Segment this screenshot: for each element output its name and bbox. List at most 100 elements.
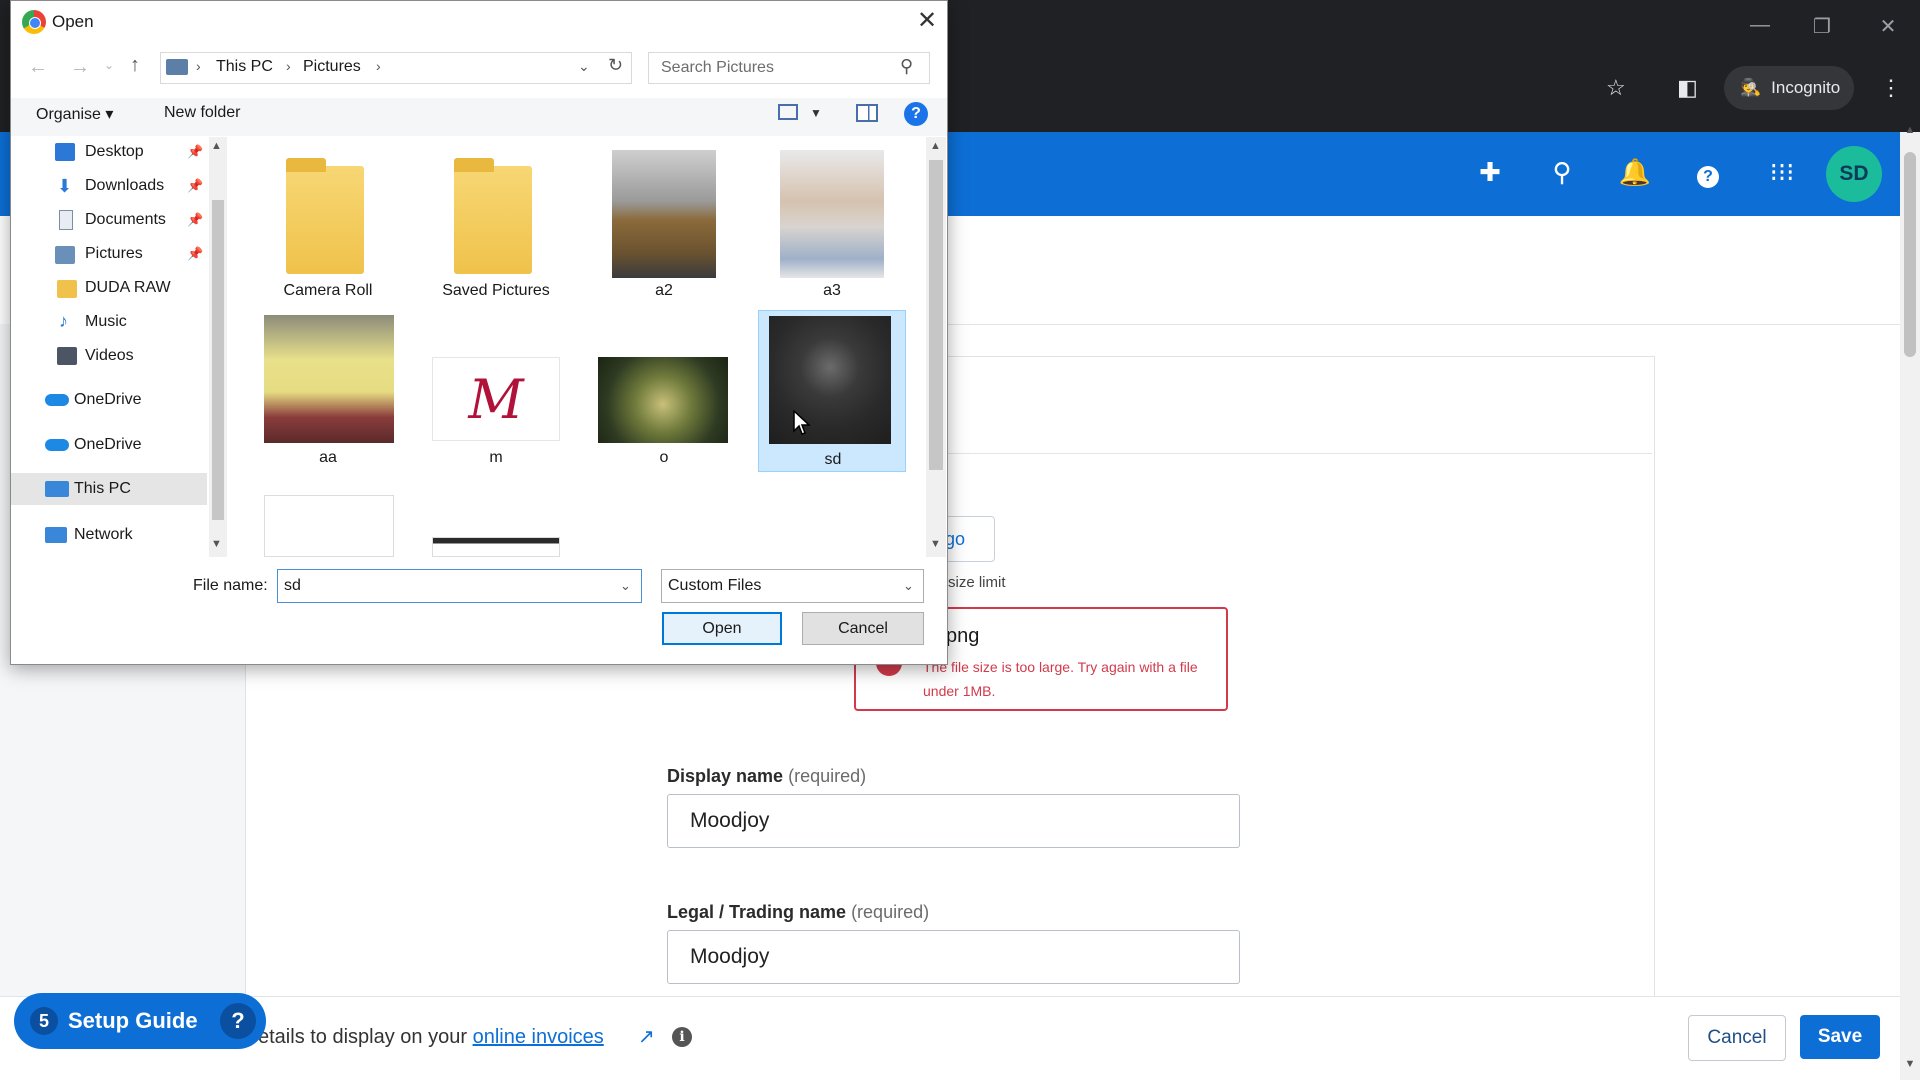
up-arrow-icon[interactable]: ↑	[130, 54, 140, 77]
file-item-saved-pictures[interactable]: Saved Pictures	[424, 148, 568, 306]
recent-locations-icon[interactable]: ⌄	[104, 58, 114, 72]
size-limit-note: size limit	[948, 574, 1006, 591]
pictures-icon	[55, 246, 75, 264]
nav-label: Pictures	[85, 245, 143, 262]
file-item-o[interactable]: o	[592, 313, 736, 471]
external-link-icon[interactable]: ↗	[638, 1024, 655, 1049]
address-dropdown-icon[interactable]: ⌄	[578, 58, 590, 75]
nav-item-this-pc[interactable]: This PC	[11, 473, 207, 505]
refresh-icon[interactable]: ↻	[608, 55, 623, 76]
search-pictures-input[interactable]: Search Pictures	[648, 52, 930, 84]
desktop-icon	[55, 143, 75, 161]
nav-label: Videos	[85, 347, 134, 364]
nav-item-videos[interactable]: Videos	[11, 340, 207, 372]
nav-item-pictures[interactable]: Pictures 📌	[11, 238, 207, 270]
dialog-search-icon[interactable]: ⚲	[900, 56, 913, 77]
file-name-input[interactable]: sd	[277, 569, 642, 603]
file-type-dropdown-icon[interactable]: ⌄	[903, 578, 914, 594]
avatar[interactable]: SD	[1826, 146, 1882, 202]
side-panel-icon[interactable]: ◧	[1677, 75, 1698, 101]
file-label: a3	[823, 282, 841, 299]
file-name-dropdown-icon[interactable]: ⌄	[620, 578, 631, 594]
dialog-close-icon[interactable]: ✕	[910, 6, 944, 35]
nav-scroll-down-icon[interactable]: ▼	[211, 538, 222, 550]
nav-label: OneDrive	[74, 391, 142, 408]
window-close-icon[interactable]: ✕	[1868, 14, 1908, 39]
dialog-cancel-button[interactable]: Cancel	[802, 612, 924, 645]
file-type-select[interactable]: Custom Files	[661, 569, 924, 603]
scroll-up-icon[interactable]: ▲	[1900, 124, 1920, 136]
legal-name-label: Legal / Trading name (required)	[667, 902, 930, 922]
back-arrow-icon[interactable]: ←	[28, 56, 48, 79]
dialog-title: Open	[52, 12, 94, 31]
file-list-scrollbar-thumb[interactable]	[929, 160, 943, 470]
pin-icon: 📌	[187, 246, 204, 261]
nav-item-onedrive-1[interactable]: OneDrive	[11, 384, 207, 416]
help-icon[interactable]: ?	[1688, 157, 1728, 188]
browser-menu-icon[interactable]: ⋮	[1880, 75, 1902, 101]
new-folder-button[interactable]: New folder	[164, 104, 240, 122]
file-label: a2	[655, 282, 673, 299]
view-options-dropdown-icon[interactable]: ▼	[810, 106, 822, 120]
file-item-aa[interactable]: aa	[256, 313, 400, 471]
nav-scroll-up-icon[interactable]: ▲	[211, 140, 222, 152]
legal-name-input[interactable]: Moodjoy	[667, 930, 1240, 984]
error-message: The file size is too large. Try again wi…	[923, 659, 1198, 699]
nav-item-documents[interactable]: Documents 📌	[11, 204, 207, 236]
info-icon[interactable]: i	[672, 1027, 692, 1047]
breadcrumb-pictures[interactable]: Pictures	[303, 58, 361, 76]
nav-label: Documents	[85, 211, 166, 228]
bookmark-star-icon[interactable]: ☆	[1606, 75, 1626, 101]
footer-text: etails to display on your online invoice…	[258, 1026, 604, 1048]
incognito-icon: 🕵	[1740, 78, 1762, 97]
file-item-sd[interactable]: sd	[758, 310, 906, 472]
breadcrumb-separator: ›	[376, 58, 381, 74]
nav-pane-scrollbar-thumb[interactable]	[212, 200, 224, 520]
file-scroll-up-icon[interactable]: ▲	[930, 140, 941, 152]
pin-icon: 📌	[187, 212, 204, 227]
file-item-camera-roll[interactable]: Camera Roll	[256, 148, 400, 306]
dialog-help-icon[interactable]: ?	[904, 102, 928, 126]
folder-icon	[57, 280, 77, 298]
incognito-badge[interactable]: 🕵 Incognito	[1724, 66, 1854, 110]
chat-help-icon[interactable]: ?	[220, 1003, 256, 1039]
nav-label: Music	[85, 313, 127, 330]
online-invoices-link[interactable]: online invoices	[473, 1026, 604, 1048]
minimize-icon[interactable]: —	[1740, 14, 1780, 37]
display-name-input[interactable]: Moodjoy	[667, 794, 1240, 848]
setup-guide-button[interactable]: 5 Setup Guide ?	[14, 993, 266, 1049]
nav-item-duda-raw[interactable]: DUDA RAW	[11, 272, 207, 304]
file-label: Camera Roll	[283, 282, 373, 299]
file-item-m[interactable]: M m	[424, 313, 568, 471]
nav-item-downloads[interactable]: ⬇ Downloads 📌	[11, 170, 207, 202]
nav-label: Desktop	[85, 143, 144, 160]
file-scroll-down-icon[interactable]: ▼	[930, 538, 941, 550]
file-item-a2[interactable]: a2	[592, 148, 736, 306]
nav-item-network[interactable]: Network	[11, 519, 207, 551]
nav-item-music[interactable]: ♪ Music	[11, 306, 207, 338]
nav-item-onedrive-2[interactable]: OneDrive	[11, 429, 207, 461]
plus-icon[interactable]: ✚	[1470, 157, 1510, 188]
file-label: o	[659, 449, 669, 466]
music-note-icon: ♪	[59, 311, 68, 331]
organise-button[interactable]: Organise ▾	[36, 104, 113, 124]
forward-arrow-icon[interactable]: →	[70, 56, 90, 79]
file-item-partial-screenshot[interactable]	[432, 537, 560, 557]
search-icon[interactable]: ⚲	[1542, 157, 1582, 188]
file-item-partial-document[interactable]	[264, 495, 394, 557]
page-scrollbar-thumb[interactable]	[1904, 152, 1916, 357]
save-button[interactable]: Save	[1800, 1015, 1880, 1059]
apps-grid-icon[interactable]: ⁝⁝⁝	[1762, 157, 1802, 188]
open-button[interactable]: Open	[662, 612, 782, 645]
error-title: png	[946, 625, 980, 647]
restore-icon[interactable]: ❐	[1802, 14, 1842, 39]
bell-icon[interactable]: 🔔	[1615, 157, 1655, 188]
preview-pane-icon[interactable]	[856, 104, 878, 122]
change-view-icon[interactable]	[778, 104, 798, 120]
file-name-label: File name:	[193, 577, 268, 594]
cancel-button[interactable]: Cancel	[1688, 1015, 1786, 1061]
nav-item-desktop[interactable]: Desktop 📌	[11, 136, 207, 168]
file-item-a3[interactable]: a3	[760, 148, 904, 306]
breadcrumb-this-pc[interactable]: This PC	[216, 58, 273, 76]
scroll-down-icon[interactable]: ▼	[1900, 1058, 1920, 1070]
